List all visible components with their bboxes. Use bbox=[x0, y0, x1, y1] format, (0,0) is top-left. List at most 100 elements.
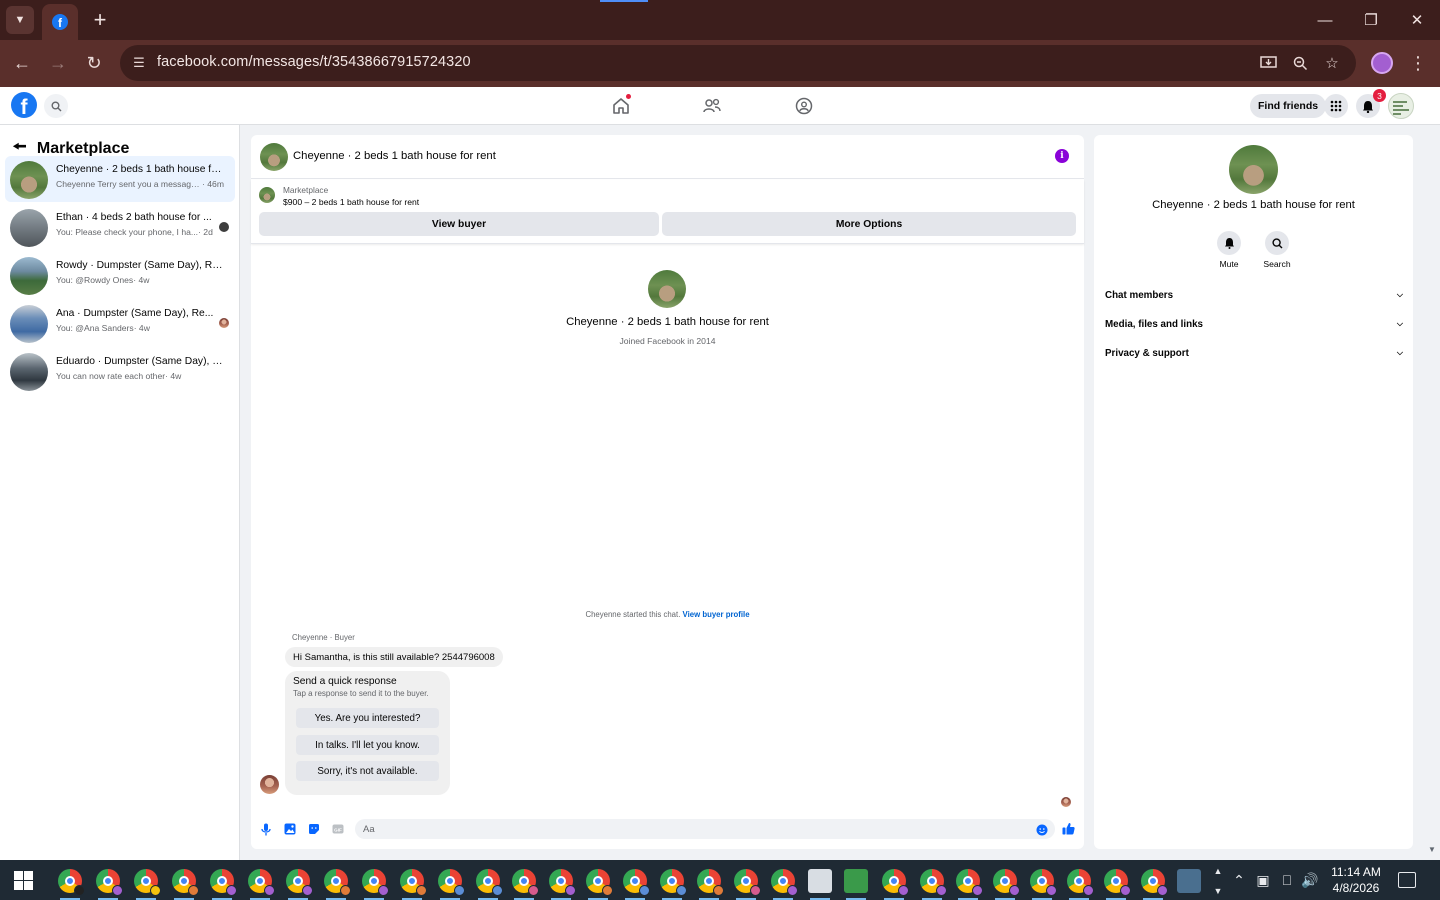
network-icon[interactable]: ⎕ bbox=[1278, 871, 1296, 889]
view-buyer-button[interactable]: View buyer bbox=[259, 212, 659, 236]
chrome-taskbar-icon[interactable] bbox=[512, 869, 539, 900]
touch-keyboard-icon[interactable] bbox=[1177, 869, 1201, 893]
conversation-item[interactable]: Cheyenne · 2 beds 1 bath house fo... Che… bbox=[5, 156, 235, 202]
facebook-logo[interactable]: f bbox=[11, 92, 37, 118]
media-files-links-section[interactable]: Media, files and links ⌵ bbox=[1105, 314, 1403, 334]
volume-icon[interactable]: 🔊 bbox=[1301, 871, 1319, 889]
taskbar-clock[interactable]: 11:14 AM 4/8/2026 bbox=[1326, 864, 1386, 896]
message-input[interactable]: Aa bbox=[355, 819, 1055, 839]
chrome-taskbar-icon[interactable] bbox=[58, 869, 85, 900]
restore-icon[interactable]: ❐ bbox=[1356, 6, 1386, 34]
quick-reply-button[interactable]: Yes. Are you interested? bbox=[296, 708, 439, 728]
listing-thumbnail[interactable] bbox=[259, 187, 275, 203]
new-tab-plus-icon[interactable]: + bbox=[86, 6, 114, 34]
chrome-taskbar-icon[interactable] bbox=[134, 869, 161, 900]
privacy-support-section[interactable]: Privacy & support ⌵ bbox=[1105, 343, 1403, 363]
browser-tab-facebook[interactable]: f bbox=[42, 4, 78, 40]
chrome-taskbar-icon[interactable] bbox=[438, 869, 465, 900]
chrome-taskbar-icon[interactable] bbox=[172, 869, 199, 900]
site-settings-icon[interactable]: ☰ bbox=[130, 54, 148, 72]
chat-title[interactable]: Cheyenne · 2 beds 1 bath house for rent bbox=[293, 150, 496, 162]
nav-home-icon[interactable] bbox=[608, 93, 634, 119]
scroll-down-arrow-icon[interactable]: ▼ bbox=[1428, 845, 1436, 854]
minimize-icon[interactable]: — bbox=[1310, 6, 1340, 34]
chrome-taskbar-icon[interactable] bbox=[623, 869, 650, 900]
zoom-icon[interactable] bbox=[1289, 53, 1311, 73]
chrome-taskbar-icon[interactable] bbox=[286, 869, 313, 900]
chat-started-text: Cheyenne started this chat. bbox=[585, 610, 681, 619]
quick-reply-button[interactable]: In talks. I'll let you know. bbox=[296, 735, 439, 755]
browser-menu-icon[interactable]: ⋮ bbox=[1409, 52, 1427, 74]
chrome-taskbar-icon[interactable] bbox=[734, 869, 761, 900]
chrome-taskbar-icon[interactable] bbox=[476, 869, 503, 900]
sticker-icon[interactable] bbox=[307, 822, 321, 836]
photo-icon[interactable] bbox=[283, 822, 297, 836]
view-buyer-profile-link[interactable]: View buyer profile bbox=[683, 610, 750, 619]
sender-avatar[interactable] bbox=[260, 775, 279, 794]
chrome-taskbar-icon[interactable] bbox=[1030, 869, 1057, 900]
conversation-item[interactable]: Ana · Dumpster (Same Day), Re... You: @A… bbox=[5, 300, 235, 346]
chrome-taskbar-icon[interactable] bbox=[697, 869, 724, 900]
chrome-taskbar-icon[interactable] bbox=[660, 869, 687, 900]
install-app-icon[interactable] bbox=[1257, 53, 1279, 73]
chrome-taskbar-icon[interactable] bbox=[1141, 869, 1168, 900]
address-bar[interactable]: ☰ facebook.com/messages/t/35438667915724… bbox=[120, 45, 1356, 81]
clock-date: 4/8/2026 bbox=[1332, 881, 1380, 895]
listing-price[interactable]: $900 – 2 beds 1 bath house for rent bbox=[283, 197, 419, 207]
start-windows-icon[interactable] bbox=[14, 871, 33, 890]
close-window-icon[interactable]: ✕ bbox=[1402, 6, 1432, 34]
taskbar-scroll-up-icon[interactable]: ▲ bbox=[1209, 862, 1227, 880]
chrome-taskbar-icon[interactable] bbox=[586, 869, 613, 900]
conversation-item[interactable]: Rowdy · Dumpster (Same Day), Re... You: … bbox=[5, 252, 235, 298]
nav-friends-icon[interactable] bbox=[699, 93, 725, 119]
conversation-item[interactable]: Ethan · 4 beds 2 bath house for ... You:… bbox=[5, 204, 235, 250]
back-arrow-icon[interactable]: ← bbox=[7, 48, 37, 78]
chrome-taskbar-icon[interactable] bbox=[882, 869, 909, 900]
chrome-taskbar-icon[interactable] bbox=[920, 869, 947, 900]
quick-reply-button[interactable]: Sorry, it's not available. bbox=[296, 761, 439, 781]
chrome-taskbar-icon[interactable] bbox=[248, 869, 275, 900]
chrome-taskbar-icon[interactable] bbox=[771, 869, 798, 900]
menu-grid-icon[interactable] bbox=[1324, 94, 1348, 118]
conversation-info-icon[interactable]: i bbox=[1055, 149, 1069, 163]
chrome-taskbar-icon[interactable] bbox=[993, 869, 1020, 900]
search-in-conversation-button[interactable]: Search bbox=[1252, 231, 1302, 269]
chrome-taskbar-icon[interactable] bbox=[324, 869, 351, 900]
chrome-taskbar-icon[interactable] bbox=[400, 869, 427, 900]
intro-avatar[interactable] bbox=[648, 270, 686, 308]
tab-search-chevron-icon[interactable]: ▼ bbox=[6, 6, 34, 34]
info-avatar[interactable] bbox=[1229, 145, 1278, 194]
browser-profile-avatar[interactable] bbox=[1371, 52, 1393, 74]
like-thumb-icon[interactable] bbox=[1061, 821, 1075, 835]
chat-avatar[interactable] bbox=[260, 143, 288, 171]
reload-icon[interactable]: ↻ bbox=[79, 48, 109, 78]
chrome-taskbar-icon[interactable] bbox=[96, 869, 123, 900]
chat-members-section[interactable]: Chat members ⌵ bbox=[1105, 285, 1403, 305]
taskbar-scroll-down-icon[interactable]: ▼ bbox=[1209, 882, 1227, 900]
chrome-taskbar-icon[interactable] bbox=[1067, 869, 1094, 900]
chrome-taskbar-icon[interactable] bbox=[549, 869, 576, 900]
gif-icon[interactable]: GIF bbox=[331, 822, 345, 836]
notifications-bell-icon[interactable]: 3 bbox=[1356, 89, 1386, 118]
find-friends-button[interactable]: Find friends bbox=[1250, 94, 1327, 118]
facebook-search-icon[interactable] bbox=[44, 94, 68, 118]
more-options-button[interactable]: More Options bbox=[662, 212, 1076, 236]
tray-device-icon[interactable]: ▣ bbox=[1254, 871, 1272, 889]
chrome-taskbar-icon[interactable] bbox=[1104, 869, 1131, 900]
address-bar-url[interactable]: facebook.com/messages/t/3543866791572432… bbox=[157, 54, 471, 70]
emoji-icon[interactable] bbox=[1035, 823, 1049, 837]
microphone-icon[interactable] bbox=[259, 822, 273, 836]
bookmark-star-icon[interactable]: ☆ bbox=[1321, 53, 1343, 73]
notification-center-icon[interactable] bbox=[1398, 872, 1416, 888]
chrome-taskbar-icon[interactable] bbox=[210, 869, 237, 900]
mute-button[interactable]: Mute bbox=[1204, 231, 1254, 269]
notepad-app-icon[interactable] bbox=[844, 869, 868, 900]
nav-groups-icon[interactable] bbox=[791, 93, 817, 119]
contacts-app-icon[interactable] bbox=[808, 869, 832, 900]
chrome-taskbar-icon[interactable] bbox=[362, 869, 389, 900]
account-avatar[interactable] bbox=[1388, 93, 1414, 119]
forward-arrow-icon[interactable]: → bbox=[43, 48, 73, 78]
chrome-taskbar-icon[interactable] bbox=[956, 869, 983, 900]
tray-chevron-up-icon[interactable]: ⌃ bbox=[1230, 871, 1248, 889]
conversation-item[interactable]: Eduardo · Dumpster (Same Day), R... You … bbox=[5, 348, 235, 394]
